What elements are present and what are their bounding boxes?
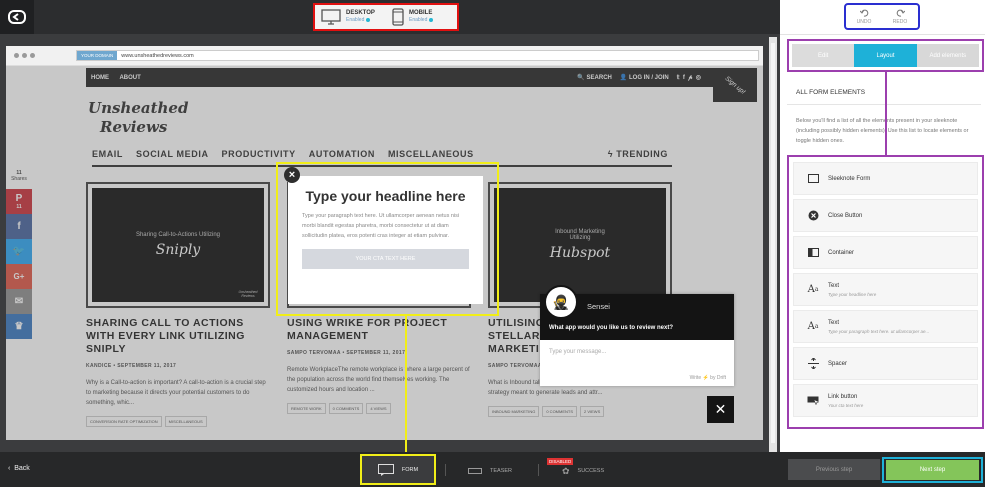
- scroll-thumb[interactable]: [771, 43, 775, 443]
- popup-paragraph[interactable]: Type your paragraph text here. Ut ullamc…: [302, 211, 469, 241]
- popup-cta-button[interactable]: YOUR CTA TEXT HERE: [302, 249, 469, 269]
- desktop-status: Enabled: [346, 17, 365, 23]
- top-bar: DESKTOP Enabled MOBILE Enabled: [0, 0, 780, 34]
- url-tag: YOUR DOMAIN: [77, 51, 118, 60]
- popup-close-icon[interactable]: ×: [284, 167, 300, 183]
- back-label: Back: [14, 465, 30, 472]
- form-elements-list: Sleeknote Form Close Button Container Aa…: [787, 155, 984, 429]
- element-text-headline[interactable]: Aa Text Type your headline here: [793, 273, 978, 306]
- previous-step-button[interactable]: Previous step: [788, 459, 880, 480]
- annotation-connector: [885, 72, 887, 157]
- step-success-label: SUCCESS: [577, 468, 605, 474]
- desktop-label: DESKTOP: [346, 10, 375, 16]
- tab-add-elements[interactable]: Add elements: [916, 44, 979, 67]
- annotation-connector: [405, 316, 407, 457]
- chat-close-icon: ✕: [707, 396, 734, 423]
- window-dot-icon: [14, 53, 19, 58]
- link-button-icon: [807, 395, 819, 407]
- divider: [787, 104, 981, 105]
- tab-layout[interactable]: Layout: [854, 44, 917, 67]
- url-bar: YOUR DOMAIN www.unsheathedreviews.com: [76, 50, 759, 61]
- success-icon: ✿: [562, 465, 570, 476]
- step-form-label: FORM: [401, 466, 419, 473]
- undo-icon: [859, 9, 868, 17]
- element-spacer[interactable]: Spacer: [793, 347, 978, 380]
- redo-icon: [896, 9, 905, 17]
- step-teaser-label: TEASER: [490, 468, 513, 474]
- text-icon: Aa: [807, 321, 819, 332]
- undo-button[interactable]: UNDO: [846, 5, 882, 28]
- tab-edit[interactable]: Edit: [792, 44, 855, 67]
- element-desc: Type your paragraph text here. ut ullamc…: [828, 328, 930, 334]
- chat-header: 🥷 Sensei What app would you like us to r…: [540, 285, 734, 340]
- chat-input: Type your message...: [549, 349, 607, 355]
- desktop-toggle[interactable]: DESKTOP Enabled: [315, 5, 386, 29]
- settings-panel: UNDO REDO Edit Layout Add elements ALL F…: [780, 0, 985, 452]
- mobile-label: MOBILE: [409, 10, 433, 16]
- chat-agent-name: Sensei: [587, 302, 610, 311]
- chat-question: What app would you like us to review nex…: [549, 325, 674, 331]
- element-name: Link button: [828, 393, 858, 400]
- next-step-button[interactable]: Next step: [886, 460, 979, 480]
- spacer-icon: [807, 358, 819, 370]
- mobile-toggle[interactable]: MOBILE Enabled: [386, 5, 457, 29]
- element-name: Spacer: [828, 360, 848, 367]
- window-dot-icon: [30, 53, 35, 58]
- undo-label: UNDO: [856, 18, 872, 25]
- element-text-paragraph[interactable]: Aa Text Type your paragraph text here. u…: [793, 310, 978, 343]
- close-circle-icon: [807, 210, 819, 222]
- form-icon: [807, 173, 819, 185]
- app-logo-icon: [8, 10, 26, 24]
- window-dot-icon: [22, 53, 27, 58]
- element-link-button[interactable]: Link button Your cta text here: [793, 384, 978, 417]
- divider: [445, 464, 446, 476]
- element-container[interactable]: Container: [793, 236, 978, 269]
- agent-avatar: 🥷: [544, 285, 578, 319]
- element-name: Text: [828, 319, 840, 326]
- enabled-dot-icon: [429, 17, 434, 22]
- element-name: Text: [828, 282, 840, 289]
- divider: [780, 34, 985, 35]
- element-name: Close Button: [828, 212, 863, 219]
- form-step-icon: [377, 463, 394, 476]
- teaser-icon: [468, 468, 482, 474]
- element-name: Container: [828, 249, 855, 256]
- sleeknote-popup[interactable]: Type your headline here Type your paragr…: [288, 176, 483, 304]
- step-teaser[interactable]: TEASER: [468, 461, 512, 481]
- element-desc: Your cta text here: [828, 402, 864, 408]
- element-sleeknote-form[interactable]: Sleeknote Form: [793, 162, 978, 195]
- back-button[interactable]: ‹ Back: [8, 465, 30, 472]
- panel-description: Below you'll find a list of all the elem…: [796, 118, 969, 144]
- device-toggle-group: DESKTOP Enabled MOBILE Enabled: [313, 3, 459, 31]
- chat-footer: Write ⚡ by Drift: [689, 375, 726, 381]
- divider: [538, 464, 539, 476]
- element-name: Sleeknote Form: [828, 175, 871, 182]
- element-close-button[interactable]: Close Button: [793, 199, 978, 232]
- redo-button[interactable]: REDO: [882, 5, 918, 28]
- enabled-dot-icon: [366, 17, 371, 22]
- element-desc: Type your headline here: [828, 291, 877, 297]
- panel-heading: ALL FORM ELEMENTS: [796, 89, 866, 96]
- popup-headline[interactable]: Type your headline here: [302, 188, 469, 204]
- redo-label: REDO: [892, 18, 908, 25]
- canvas-scrollbar[interactable]: [769, 37, 777, 452]
- exit-editor-button[interactable]: [0, 0, 34, 34]
- desktop-icon: [321, 9, 341, 25]
- mobile-status: Enabled: [409, 17, 428, 23]
- chat-widget: 🥷 Sensei What app would you like us to r…: [540, 285, 734, 386]
- step-form[interactable]: FORM: [360, 454, 436, 485]
- text-icon: Aa: [807, 284, 819, 295]
- url-text: www.unsheathedreviews.com: [121, 52, 194, 59]
- container-icon: [807, 247, 819, 259]
- disabled-badge: DISABLED: [547, 458, 574, 465]
- panel-tabs: Edit Layout Add elements: [787, 39, 984, 72]
- mobile-icon: [392, 8, 404, 26]
- undo-redo-group: UNDO REDO: [844, 3, 920, 30]
